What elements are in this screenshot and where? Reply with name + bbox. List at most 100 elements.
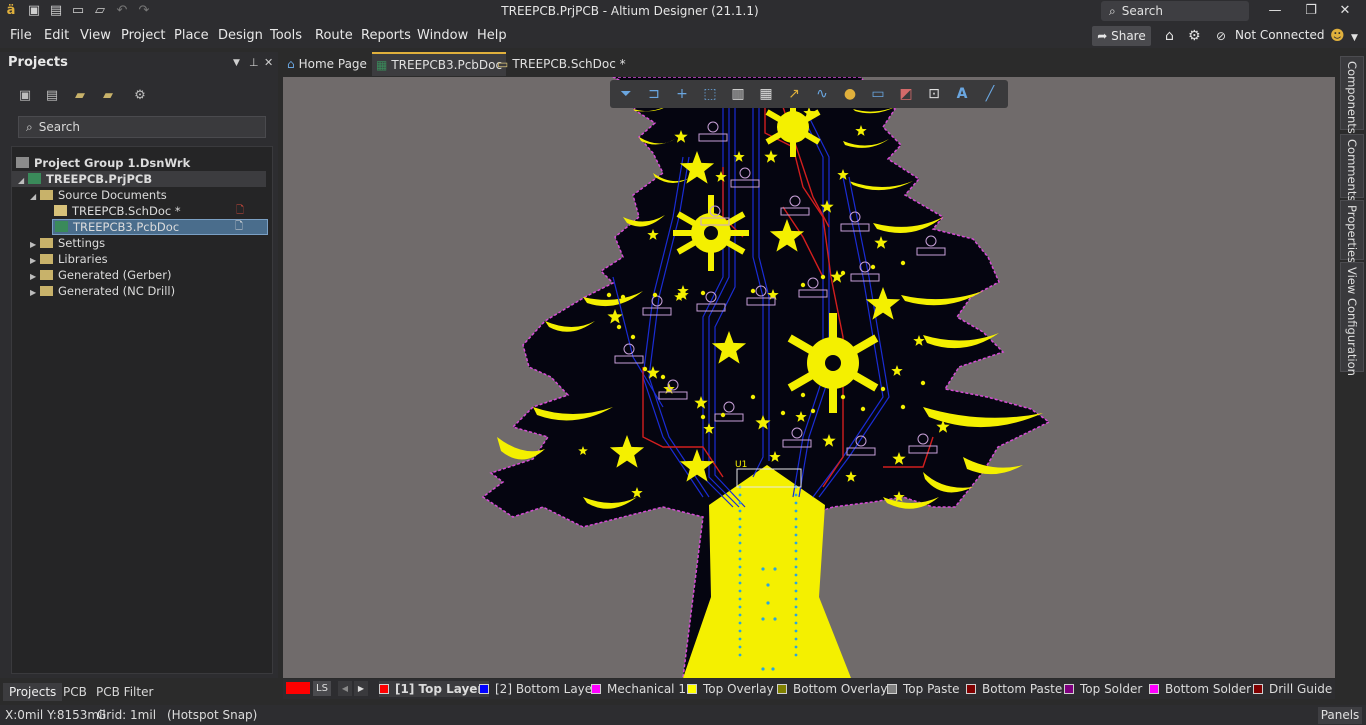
layer-tab-top-overlay[interactable]: Top Overlay <box>687 681 774 697</box>
tree-item-settings[interactable]: ▶ Settings <box>30 235 105 251</box>
menu-view[interactable]: View <box>80 28 111 43</box>
tab-home-page[interactable]: ⌂ Home Page <box>287 52 375 76</box>
save-documents-icon[interactable]: ▤ <box>44 88 60 104</box>
menu-tools[interactable]: Tools <box>270 28 302 43</box>
u1-designator: U1 <box>735 460 747 470</box>
snap-icon[interactable]: ⊐ <box>646 86 662 102</box>
garland-dot <box>700 414 706 420</box>
home-icon[interactable]: ⌂ <box>1165 28 1174 44</box>
maximize-button[interactable]: ❐ <box>1296 2 1326 20</box>
panel-tab-label: View Configuration <box>1345 267 1359 376</box>
collapse-arrow-icon[interactable]: ▶ <box>30 285 40 301</box>
garland-dot <box>920 380 926 386</box>
grid-size[interactable]: Grid: 1mil <box>97 708 156 722</box>
projects-panel-title: Projects <box>8 55 68 70</box>
panel-tab-pcb-filter[interactable]: PCB Filter <box>96 683 153 701</box>
garland-dot <box>700 290 706 296</box>
layer-set-button[interactable]: LS <box>313 681 331 696</box>
panel-tab-comments[interactable]: Comments <box>1340 134 1364 201</box>
open-folder-icon[interactable]: ▰ <box>72 88 88 104</box>
menu-file[interactable]: File <box>10 28 32 43</box>
tree-item-libraries[interactable]: ▶ Libraries <box>30 251 108 267</box>
tree-item-generated-nc-drill[interactable]: ▶ Generated (NC Drill) <box>30 283 175 299</box>
line-icon[interactable]: ╱ <box>982 86 998 102</box>
tree-item-source-documents[interactable]: ◢ Source Documents <box>30 187 167 203</box>
filter-icon[interactable]: ⏷ <box>618 86 634 102</box>
layer-tab-mechanical-1[interactable]: Mechanical 1 <box>591 681 686 697</box>
panel-tab-components[interactable]: Components <box>1340 56 1364 134</box>
component-icon[interactable]: ▦ <box>758 86 774 102</box>
trunk-pin <box>761 617 765 621</box>
global-search-input[interactable]: ⌕ Search <box>1101 1 1249 21</box>
pin-icon[interactable]: ⊥ <box>249 56 259 69</box>
folder-icon <box>40 285 53 296</box>
tab-pcbdoc[interactable]: ▦ TREEPCB3.PcbDoc <box>372 52 507 76</box>
tune-icon[interactable]: ∿ <box>814 86 830 102</box>
menu-route[interactable]: Route <box>315 28 353 43</box>
pcb-canvas[interactable]: U1 ⏷ ⊐ + ⬚ ▥ ▦ ↗ ∿ ● ▭ ◩ ⊡ A ╱ <box>283 77 1335 678</box>
garland-dot <box>900 404 906 410</box>
tree-item-label: Generated (NC Drill) <box>58 284 176 298</box>
dimension-icon[interactable]: ⊡ <box>926 86 942 102</box>
layer-tab-top-solder[interactable]: Top Solder <box>1064 681 1142 697</box>
trunk-pin <box>794 605 798 609</box>
trunk-pin <box>794 621 798 625</box>
garland-dot <box>820 274 826 280</box>
via-icon[interactable]: ● <box>842 86 858 102</box>
menu-project[interactable]: Project <box>121 28 165 43</box>
share-button[interactable]: ➦ Share <box>1092 26 1151 46</box>
panel-tab-view-configuration[interactable]: View Configuration <box>1340 262 1364 376</box>
layer-tab-bottom-paste[interactable]: Bottom Paste <box>966 681 1062 697</box>
panel-tab-properties[interactable]: Properties <box>1340 200 1364 263</box>
tree-item-prjpcb[interactable]: ◢ TREEPCB.PrjPCB <box>12 171 266 187</box>
project-folder-icon[interactable]: ▰ <box>100 88 116 104</box>
tab-schdoc[interactable]: ▭ TREEPCB.SchDoc * <box>497 52 626 76</box>
fill-icon[interactable]: ▭ <box>870 86 886 102</box>
menu-help[interactable]: Help <box>477 28 507 43</box>
polygon-icon[interactable]: ◩ <box>898 86 914 102</box>
tree-item-schdoc[interactable]: TREEPCB.SchDoc * 🗋 <box>54 203 266 219</box>
menu-reports[interactable]: Reports <box>361 28 411 43</box>
chevron-down-icon[interactable]: ▼ <box>1351 30 1358 46</box>
select-icon[interactable]: ⬚ <box>702 86 718 102</box>
close-window-button[interactable]: ✕ <box>1330 2 1360 20</box>
tree-item-pcbdoc[interactable]: TREEPCB3.PcbDoc 🗋 <box>52 219 268 235</box>
panels-button[interactable]: Panels <box>1318 707 1362 724</box>
layer-tab-top-paste[interactable]: Top Paste <box>887 681 959 697</box>
user-avatar-icon[interactable]: ☻ <box>1330 28 1345 44</box>
layer-tab-bottom-layer[interactable]: [2] Bottom Layer <box>479 681 597 697</box>
expand-arrow-icon[interactable]: ◢ <box>18 173 28 189</box>
layer-scroll-left-button[interactable]: ◀ <box>338 681 352 696</box>
layer-scroll-right-button[interactable]: ▶ <box>354 681 368 696</box>
minimize-button[interactable]: — <box>1260 2 1290 20</box>
align-icon[interactable]: ▥ <box>730 86 746 102</box>
route-icon[interactable]: ↗ <box>786 86 802 102</box>
menu-window[interactable]: Window <box>417 28 468 43</box>
tree-item-generated-gerber[interactable]: ▶ Generated (Gerber) <box>30 267 171 283</box>
close-panel-icon[interactable]: ✕ <box>264 56 273 69</box>
panel-tab-projects[interactable]: Projects <box>3 683 63 701</box>
trunk-pin <box>794 509 798 513</box>
menu-place[interactable]: Place <box>174 28 209 43</box>
layer-tab-bottom-solder[interactable]: Bottom Solder <box>1149 681 1251 697</box>
menu-design[interactable]: Design <box>218 28 263 43</box>
project-settings-icon[interactable]: ⚙ <box>132 88 148 104</box>
garland-dot <box>860 406 866 412</box>
projects-search-input[interactable]: ⌕ Search <box>18 116 266 138</box>
layer-tab-bottom-overlay[interactable]: Bottom Overlay <box>777 681 887 697</box>
panel-menu-icon[interactable]: ▼ <box>233 58 240 68</box>
tree-item-project-group[interactable]: Project Group 1.DsnWrk <box>16 155 190 171</box>
menu-edit[interactable]: Edit <box>44 28 69 43</box>
current-layer-swatch[interactable] <box>286 682 310 694</box>
layer-tab-drill-guide[interactable]: Drill Guide <box>1253 681 1332 697</box>
gear-icon[interactable]: ⚙ <box>1188 28 1201 44</box>
panel-tab-pcb[interactable]: PCB <box>63 683 87 701</box>
save-project-icon[interactable]: ▣ <box>17 88 33 104</box>
expand-arrow-icon[interactable]: ◢ <box>30 189 40 205</box>
connection-status[interactable]: Not Connected <box>1235 28 1324 42</box>
text-icon[interactable]: A <box>954 86 970 102</box>
layer-tab-top-layer[interactable]: [1] Top Layer <box>379 681 490 697</box>
search-icon: ⌕ <box>1109 4 1116 18</box>
add-icon[interactable]: + <box>674 86 690 102</box>
tree-item-label: Project Group 1.DsnWrk <box>34 156 191 170</box>
